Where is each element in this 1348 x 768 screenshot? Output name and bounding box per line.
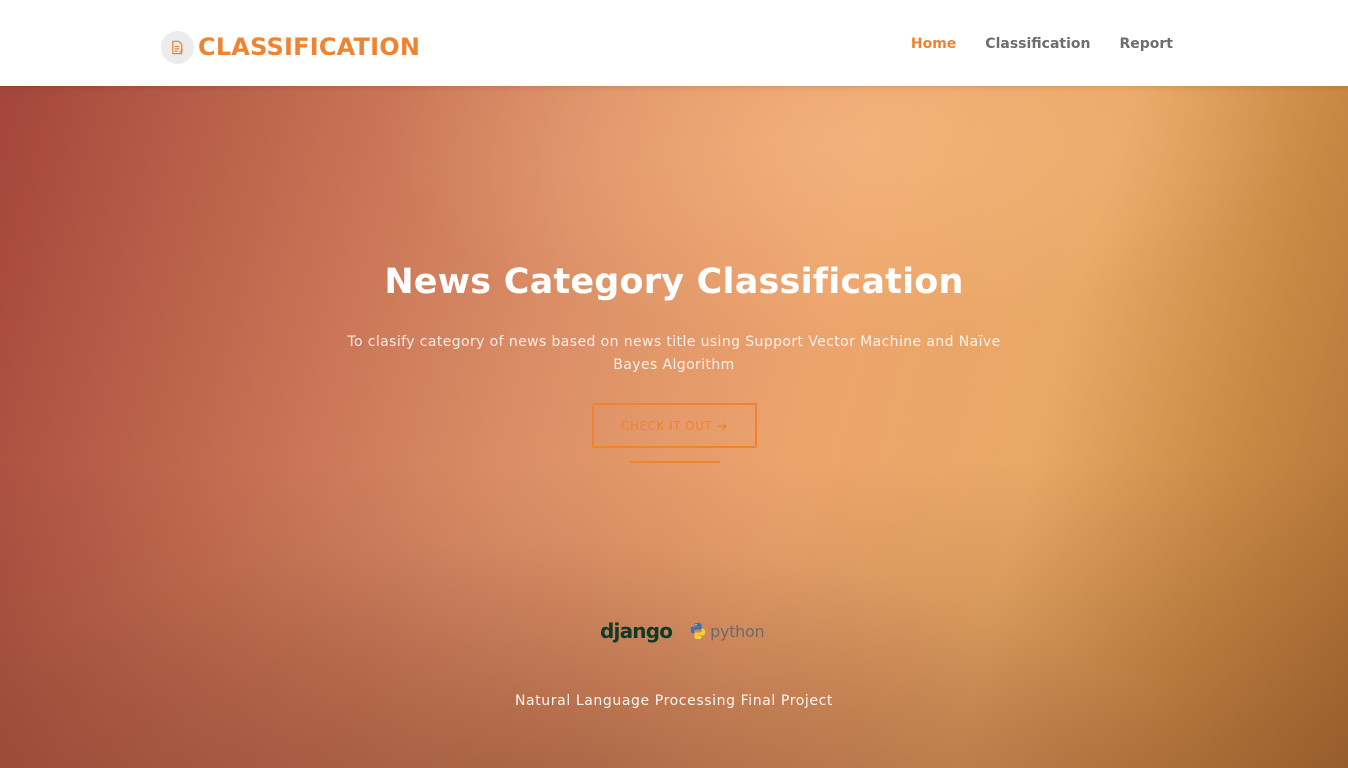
main-nav: Home Classification Report (911, 33, 1173, 52)
python-icon (690, 622, 706, 640)
hero-subtitle: To clasify category of news based on new… (347, 334, 1001, 373)
hero-title: News Category Classification (384, 262, 964, 302)
nav-item-classification: Classification (985, 33, 1090, 52)
brand-link[interactable]: CLASSIFICATION (161, 30, 420, 64)
python-wordmark: python (710, 621, 765, 641)
cta-label: CHECK IT OUT (621, 418, 713, 433)
brand-name: CLASSIFICATION (198, 33, 421, 61)
python-logo: python (689, 621, 765, 641)
hero-divider (630, 461, 720, 463)
hero-section: News Category Classification To clasify … (0, 86, 1348, 768)
nav-item-home: Home (911, 33, 956, 52)
arrow-right-icon: ➔ (717, 418, 728, 433)
nav-link-classification[interactable]: Classification (985, 36, 1090, 52)
navbar: CLASSIFICATION Home Classification Repor… (0, 0, 1348, 86)
check-it-out-button[interactable]: CHECK IT OUT ➔ (592, 403, 757, 448)
document-icon (161, 30, 194, 64)
tech-logos: django python (600, 619, 765, 643)
nav-item-report: Report (1119, 33, 1173, 52)
footer-text: Natural Language Processing Final Projec… (514, 693, 834, 709)
django-logo: django (600, 619, 673, 643)
nav-link-home[interactable]: Home (911, 36, 956, 52)
nav-link-report[interactable]: Report (1119, 36, 1173, 52)
